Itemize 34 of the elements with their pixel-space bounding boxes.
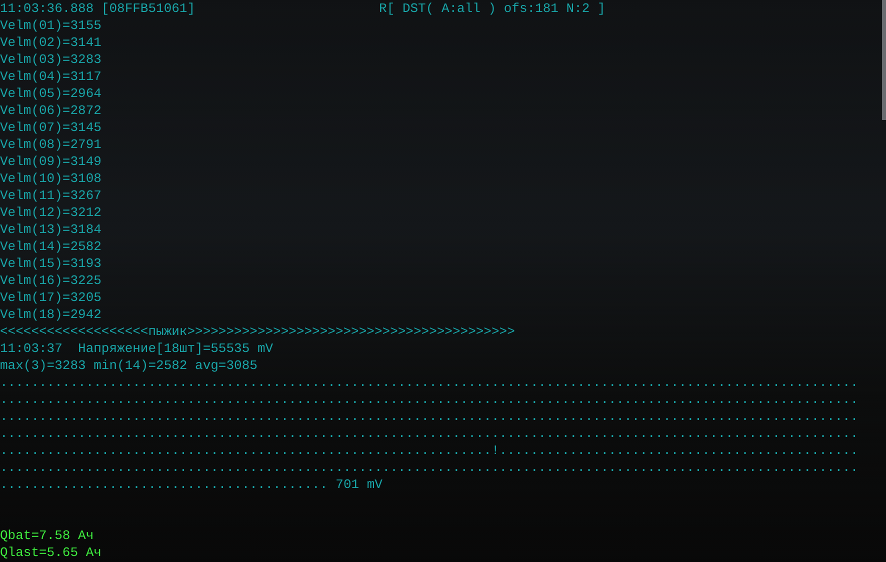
reading-line: Velm(09)=3149 [0, 153, 102, 170]
reading-line: Velm(16)=3225 [0, 272, 102, 289]
reading-line: Velm(15)=3193 [0, 255, 102, 272]
terminal-scrollbar[interactable] [882, 0, 886, 120]
stats-line: 11:03:37 Напряжение[18шт]=55535 mV [0, 340, 274, 357]
status-line: R[ DST( A:all ) ofs:181 N:2 ] [379, 0, 606, 17]
reading-line: Velm(02)=3141 [0, 34, 102, 51]
reading-line: Velm(17)=3205 [0, 289, 102, 306]
reading-line: Velm(13)=3184 [0, 221, 102, 238]
reading-line: Velm(07)=3145 [0, 119, 102, 136]
dotted-graph-line: ...............................................................!.............................................. [0, 442, 858, 459]
dotted-graph-line: .............................................................................................................. [0, 374, 858, 391]
dotted-graph-line: .............................................................................................................. [0, 408, 858, 425]
reading-line: Velm(08)=2791 [0, 136, 102, 153]
reading-line: Velm(14)=2582 [0, 238, 102, 255]
reading-line: Velm(01)=3155 [0, 17, 102, 34]
dotted-graph-line: .............................................................................................................. [0, 459, 858, 476]
battery-charge-line: Qbat=7.58 Ач [0, 527, 95, 544]
reading-line: Velm(10)=3108 [0, 170, 102, 187]
timestamp-line: 11:03:36.888 [08FFB51061] [0, 0, 196, 17]
reading-line: Velm(12)=3212 [0, 204, 102, 221]
voltage-reading: 701 mV [336, 476, 382, 493]
reading-line: Velm(03)=3283 [0, 51, 102, 68]
stats-line: max(3)=3283 min(14)=2582 avg=3085 [0, 357, 258, 374]
dotted-graph-line: .............................................................................................................. [0, 425, 858, 442]
divider-line: <<<<<<<<<<<<<<<<<<<пыжик>>>>>>>>>>>>>>>>>>>>>>>>>>>>>>>>>>>>>>>>>> [0, 323, 516, 340]
dotted-graph-line: .......................................... [0, 476, 328, 493]
reading-line: Velm(06)=2872 [0, 102, 102, 119]
battery-charge-line: Qlast=5.65 Ач [0, 544, 102, 561]
dotted-graph-line: .............................................................................................................. [0, 391, 858, 408]
reading-line: Velm(05)=2964 [0, 85, 102, 102]
reading-line: Velm(11)=3267 [0, 187, 102, 204]
reading-line: Velm(04)=3117 [0, 68, 102, 85]
reading-line: Velm(18)=2942 [0, 306, 102, 323]
